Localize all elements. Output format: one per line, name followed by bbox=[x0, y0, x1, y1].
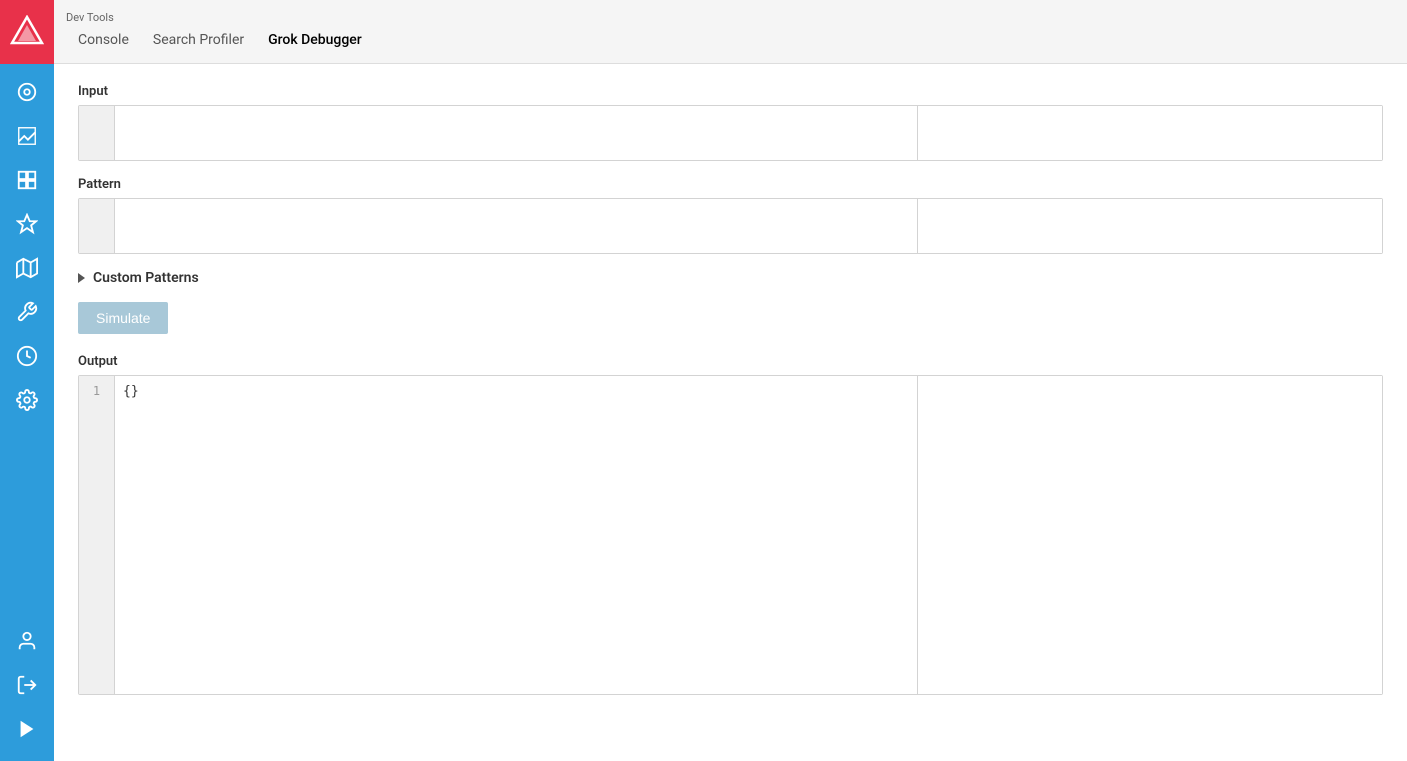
pattern-label: Pattern bbox=[78, 177, 1383, 192]
input-label: Input bbox=[78, 84, 1383, 99]
input-gutter bbox=[79, 106, 115, 160]
output-right-panel bbox=[917, 376, 1382, 694]
tab-grok-debugger[interactable]: Grok Debugger bbox=[256, 28, 374, 52]
output-content: {} bbox=[123, 384, 139, 399]
top-bar: Dev Tools Console Search Profiler Grok D… bbox=[0, 0, 1407, 64]
output-editor: 1 {} bbox=[78, 375, 1383, 695]
sidebar-item-play[interactable] bbox=[7, 709, 47, 749]
sidebar-item-dashboard[interactable] bbox=[7, 160, 47, 200]
app-title: Dev Tools bbox=[66, 11, 374, 24]
custom-patterns-row[interactable]: Custom Patterns bbox=[78, 270, 1383, 286]
content-area: Input Pattern Custom Patterns Simulate O… bbox=[54, 64, 1407, 761]
sidebar-item-monitoring[interactable] bbox=[7, 336, 47, 376]
input-right-panel bbox=[917, 106, 1382, 160]
sidebar-item-devtools[interactable] bbox=[7, 292, 47, 332]
pattern-right-panel bbox=[917, 199, 1382, 253]
kibana-logo bbox=[10, 15, 44, 49]
output-gutter: 1 bbox=[79, 376, 115, 694]
pattern-gutter bbox=[79, 199, 115, 253]
input-textarea[interactable] bbox=[115, 106, 917, 156]
sidebar-item-visualize[interactable] bbox=[7, 116, 47, 156]
main-layout: Input Pattern Custom Patterns Simulate O… bbox=[0, 64, 1407, 761]
sidebar-item-settings[interactable] bbox=[7, 380, 47, 420]
sidebar-item-user[interactable] bbox=[7, 621, 47, 661]
custom-patterns-label: Custom Patterns bbox=[93, 270, 199, 286]
top-bar-content: Dev Tools Console Search Profiler Grok D… bbox=[54, 11, 374, 52]
sidebar-item-canvas[interactable] bbox=[7, 204, 47, 244]
simulate-button[interactable]: Simulate bbox=[78, 302, 168, 334]
tab-console[interactable]: Console bbox=[66, 28, 141, 52]
logo-area bbox=[0, 0, 54, 64]
sidebar-item-logout[interactable] bbox=[7, 665, 47, 705]
sidebar bbox=[0, 64, 54, 761]
sidebar-item-discover[interactable] bbox=[7, 72, 47, 112]
chevron-right-icon bbox=[78, 273, 85, 283]
output-line-number: 1 bbox=[93, 384, 100, 398]
nav-tabs: Console Search Profiler Grok Debugger bbox=[66, 28, 374, 52]
sidebar-item-maps[interactable] bbox=[7, 248, 47, 288]
sidebar-bottom bbox=[7, 621, 47, 761]
pattern-textarea[interactable] bbox=[115, 199, 917, 249]
input-editor bbox=[78, 105, 1383, 161]
output-main: {} bbox=[115, 376, 917, 694]
pattern-main bbox=[115, 199, 917, 253]
input-main bbox=[115, 106, 917, 160]
output-label: Output bbox=[78, 354, 1383, 369]
pattern-editor bbox=[78, 198, 1383, 254]
tab-search-profiler[interactable]: Search Profiler bbox=[141, 28, 256, 52]
